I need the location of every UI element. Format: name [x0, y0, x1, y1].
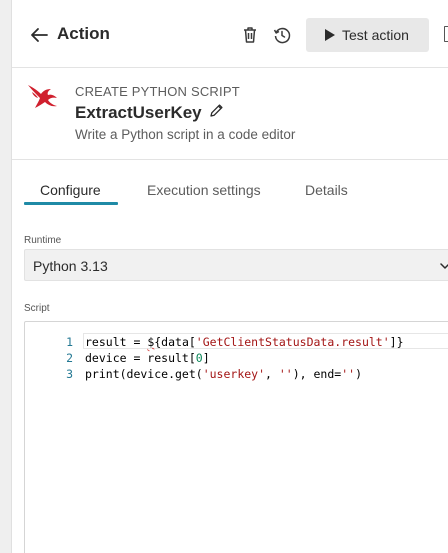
back-arrow-icon [31, 28, 48, 42]
history-button[interactable] [272, 24, 292, 46]
play-icon [325, 29, 335, 41]
line-number: 2 [66, 351, 73, 365]
back-button[interactable] [28, 24, 50, 46]
pencil-icon[interactable] [209, 103, 224, 118]
script-label: Script [24, 303, 50, 314]
tab-configure[interactable]: Configure [40, 182, 101, 198]
panel-header: Action Test action [12, 0, 448, 68]
section-divider [12, 159, 448, 160]
runtime-select[interactable]: Python 3.13 [24, 249, 448, 281]
panel-icon[interactable] [444, 26, 448, 42]
code-line[interactable]: print(device.get('userkey', ''), end='') [85, 367, 362, 381]
left-sidebar-edge [0, 0, 12, 553]
history-icon [273, 27, 291, 44]
trash-icon [244, 27, 256, 43]
runtime-selected-value: Python 3.13 [33, 258, 108, 274]
line-number: 3 [66, 367, 73, 381]
action-description: Write a Python script in a code editor [75, 127, 296, 142]
test-action-button[interactable]: Test action [306, 18, 429, 52]
code-line[interactable]: device = result[0] [85, 351, 210, 365]
line-number: 1 [66, 335, 73, 349]
code-line[interactable]: result = ${data['GetClientStatusData.res… [85, 335, 404, 349]
tab-execution-settings[interactable]: Execution settings [147, 182, 261, 198]
action-panel: Action Test action CREATE PYTHON SCRIPT … [12, 0, 448, 553]
code-editor[interactable]: 1 2 3 result = ${data['GetClientStatusDa… [24, 321, 448, 553]
chevron-down-icon [440, 263, 448, 269]
active-tab-indicator [24, 202, 118, 205]
test-action-label: Test action [342, 27, 409, 43]
action-category: CREATE PYTHON SCRIPT [75, 84, 240, 99]
delete-button[interactable] [240, 24, 260, 46]
tab-details[interactable]: Details [305, 182, 348, 198]
runtime-label: Runtime [24, 235, 62, 246]
page-title: Action [57, 24, 110, 43]
action-name: ExtractUserKey [75, 103, 202, 122]
falcon-logo-icon [28, 85, 57, 108]
